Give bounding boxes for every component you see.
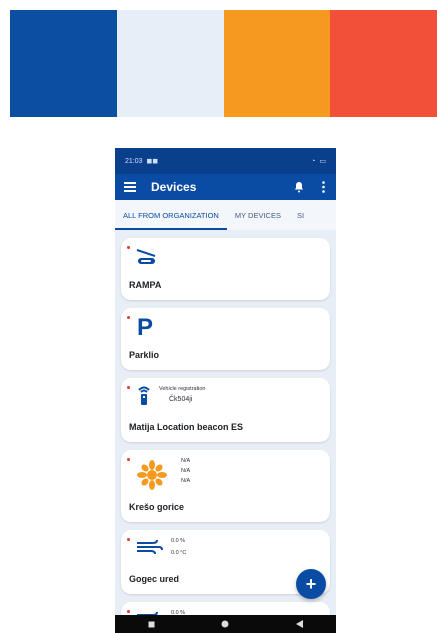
page-title: Devices xyxy=(151,180,197,194)
status-dot xyxy=(127,386,130,389)
battery-icon: ▭ xyxy=(319,158,326,165)
device-name: Krešo gorice xyxy=(129,502,185,512)
notification-icons: ◼◼ xyxy=(146,158,159,165)
android-nav-bar xyxy=(115,615,336,633)
status-time: 21:03 xyxy=(125,157,143,165)
menu-icon[interactable] xyxy=(123,180,137,194)
plus-icon: + xyxy=(305,574,317,594)
sun-icon xyxy=(137,460,167,495)
tab-truncated[interactable]: SI xyxy=(289,211,312,230)
more-options-icon[interactable] xyxy=(318,178,328,196)
status-dot xyxy=(127,610,130,613)
humidity-value: 0.0 % xyxy=(171,538,186,544)
device-name: RAMPA xyxy=(129,280,162,290)
home-icon[interactable] xyxy=(221,620,229,628)
device-name: Matija Location beacon ES xyxy=(129,422,244,432)
recent-apps-icon[interactable] xyxy=(148,620,156,628)
color-palette xyxy=(10,10,437,117)
beacon-icon xyxy=(135,384,153,411)
tab-all-from-organization[interactable]: ALL FROM ORGANIZATION xyxy=(115,211,227,230)
device-card[interactable]: N/A N/A N/A Krešo gorice xyxy=(121,450,330,522)
signal-icon: ◔ xyxy=(311,157,316,165)
device-card[interactable]: Vehicle registration Čk504ji Matija Loca… xyxy=(121,378,330,442)
sensor-value: N/A xyxy=(181,478,191,484)
sensor-value: N/A xyxy=(181,458,191,464)
device-card[interactable]: P Parklio xyxy=(121,308,330,370)
back-icon[interactable] xyxy=(295,620,303,628)
tab-my-devices[interactable]: MY DEVICES xyxy=(227,211,289,230)
swatch-red xyxy=(330,10,437,117)
temperature-value: 0.0 °C xyxy=(171,550,187,556)
barrier-gate-icon xyxy=(135,248,161,271)
device-name: Gogec ured xyxy=(129,574,180,584)
swatch-light xyxy=(116,10,224,117)
status-dot xyxy=(127,316,130,319)
sensor-value: N/A xyxy=(181,468,191,474)
wind-icon xyxy=(135,538,163,561)
swatch-blue xyxy=(10,10,117,117)
vehicle-registration-label: Vehicle registration xyxy=(159,386,206,392)
tab-bar: ALL FROM ORGANIZATION MY DEVICES SI xyxy=(115,200,336,230)
app-bar: Devices xyxy=(115,174,336,200)
add-device-button[interactable]: + xyxy=(296,569,326,599)
bell-icon[interactable] xyxy=(290,178,308,196)
status-dot xyxy=(127,458,130,461)
status-dot xyxy=(127,246,130,249)
status-bar: 21:03 ◼◼ ◔ ▭ xyxy=(115,148,336,174)
device-card[interactable]: RAMPA xyxy=(121,238,330,300)
device-name: Parklio xyxy=(129,350,160,360)
status-dot xyxy=(127,538,130,541)
vehicle-registration-value: Čk504ji xyxy=(169,396,193,403)
swatch-orange xyxy=(223,10,331,117)
parking-icon: P xyxy=(137,314,154,341)
phone-screen: 21:03 ◼◼ ◔ ▭ Devices ALL FROM ORGANIZATI… xyxy=(115,148,336,633)
